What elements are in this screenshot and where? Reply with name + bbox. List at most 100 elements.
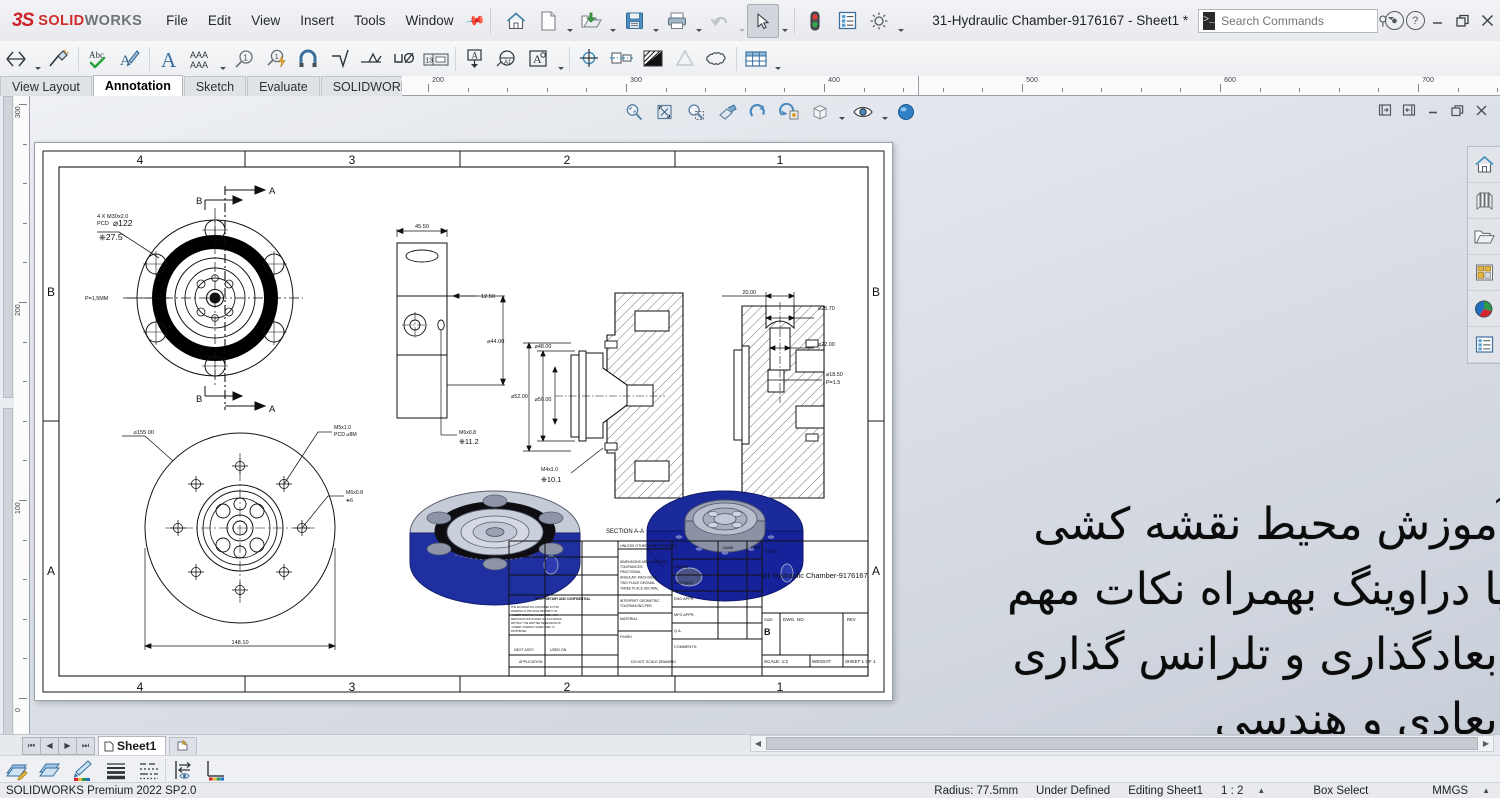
pushpin-icon[interactable]: 📌 [461, 8, 488, 34]
tab-view-layout[interactable]: View Layout [0, 76, 92, 97]
menu-edit[interactable]: Edit [198, 9, 241, 32]
previous-sheet-button[interactable]: ◀ [40, 736, 59, 755]
tile-left-button[interactable] [1374, 100, 1396, 120]
print-caret[interactable] [693, 0, 704, 42]
revision-symbol-tool[interactable] [669, 43, 701, 75]
new-document-caret[interactable] [564, 0, 575, 42]
linear-note-pattern-caret[interactable] [217, 38, 228, 80]
document-restore-button[interactable] [1446, 100, 1468, 120]
status-units-caret[interactable]: ▲ [1482, 786, 1490, 795]
status-scale-caret[interactable]: ▲ [1257, 786, 1265, 795]
apply-scene-button[interactable] [892, 99, 921, 125]
blocks-caret[interactable] [555, 38, 566, 80]
undo-button[interactable] [704, 4, 736, 38]
format-painter-tool[interactable]: A [114, 43, 146, 75]
new-document-button[interactable] [532, 4, 564, 38]
options-caret[interactable] [895, 0, 906, 42]
task-pane-custom-properties[interactable] [1468, 327, 1500, 363]
zoom-to-fit-button[interactable] [620, 99, 649, 125]
save-caret[interactable] [650, 0, 661, 42]
drawing-sheet[interactable]: 4321 4321 BA BA A A B B 4 X M30x2.0 PCD … [34, 142, 893, 701]
hole-callout-tool[interactable] [388, 43, 420, 75]
print-button[interactable] [661, 4, 693, 38]
last-sheet-button[interactable]: ⏭ [76, 736, 95, 755]
task-pane-view-palette[interactable] [1468, 255, 1500, 291]
help-button[interactable]: ? [1405, 5, 1426, 37]
options-button[interactable] [863, 4, 895, 38]
task-pane-design-library[interactable] [1468, 183, 1500, 219]
scroll-thumb[interactable] [766, 737, 1478, 750]
graphics-area[interactable]: 4321 4321 BA BA A A B B 4 X M30x2.0 PCD … [30, 96, 1500, 734]
task-pane-file-explorer[interactable] [1468, 219, 1500, 255]
select-button[interactable] [747, 3, 780, 38]
note-tool[interactable]: A [153, 43, 185, 75]
rotate-view-button[interactable] [744, 99, 773, 125]
tile-right-button[interactable] [1398, 100, 1420, 120]
spell-checker-tool[interactable]: Abc [82, 43, 114, 75]
previous-view-button[interactable] [775, 99, 804, 125]
task-pane-appearances[interactable] [1468, 291, 1500, 327]
save-button[interactable] [618, 4, 650, 38]
color-display-mode-button[interactable] [199, 756, 232, 784]
open-document-caret[interactable] [607, 0, 618, 42]
first-sheet-button[interactable]: ⏮ [22, 736, 41, 755]
window-minimize-button[interactable] [1425, 1, 1450, 41]
hide-show-items-button[interactable] [849, 99, 878, 125]
status-units[interactable]: MMGS [1432, 785, 1468, 797]
horizontal-ruler[interactable]: 200 300 400 500 600 700 [402, 76, 1500, 96]
menu-tools[interactable]: Tools [344, 9, 396, 32]
smart-dimension-tool[interactable] [0, 43, 32, 75]
surface-finish-tool[interactable] [324, 43, 356, 75]
linear-note-pattern-tool[interactable]: AAA AAA [185, 43, 217, 75]
datum-feature-tool[interactable]: A [459, 43, 491, 75]
area-hatch-fill-tool[interactable] [637, 43, 669, 75]
horizontal-scrollbar[interactable]: ◀ ▶ [750, 735, 1494, 752]
document-minimize-button[interactable] [1422, 100, 1444, 120]
search-input[interactable] [1219, 12, 1379, 29]
pan-button[interactable] [713, 99, 742, 125]
menu-window[interactable]: Window [396, 9, 464, 32]
line-thickness-button[interactable] [99, 756, 132, 784]
vertical-ruler[interactable]: 300 200 100 0 [14, 96, 30, 734]
datum-target-tool[interactable]: A1 [491, 43, 523, 75]
hide-edge-button[interactable] [166, 756, 199, 784]
task-pane-resources[interactable] [1468, 147, 1500, 183]
select-caret[interactable] [779, 0, 790, 42]
edit-sheet-format-button[interactable] [0, 756, 33, 784]
zoom-in-out-button[interactable] [682, 99, 711, 125]
blocks-tool[interactable]: A [523, 43, 555, 75]
undo-caret[interactable] [736, 0, 747, 42]
center-mark-tool[interactable] [573, 43, 605, 75]
add-sheet-button[interactable] [33, 756, 66, 784]
line-style-button[interactable] [132, 756, 165, 784]
display-style-caret[interactable] [837, 96, 847, 127]
tab-sketch[interactable]: Sketch [183, 76, 247, 97]
tables-caret[interactable] [772, 38, 783, 80]
auto-balloon-tool[interactable]: 1 [260, 43, 292, 75]
open-document-button[interactable] [575, 4, 607, 38]
scroll-right-arrow[interactable]: ▶ [1479, 737, 1493, 750]
menu-insert[interactable]: Insert [290, 9, 344, 32]
window-close-button[interactable] [1475, 1, 1500, 41]
zoom-to-area-button[interactable] [651, 99, 680, 125]
revision-cloud-tool[interactable] [701, 43, 733, 75]
tables-tool[interactable] [740, 43, 772, 75]
search-commands-box[interactable]: >_ ⚲ [1198, 8, 1394, 33]
centerline-tool[interactable] [605, 43, 637, 75]
geometric-tolerance-tool[interactable]: 13 [420, 43, 452, 75]
window-restore-button[interactable] [1450, 1, 1475, 41]
menu-view[interactable]: View [241, 9, 290, 32]
add-sheet-tab-button[interactable] [169, 736, 198, 755]
line-color-button[interactable] [66, 756, 99, 784]
next-sheet-button[interactable]: ▶ [58, 736, 77, 755]
tab-evaluate[interactable]: Evaluate [247, 76, 320, 97]
account-button[interactable]: ● [1384, 5, 1405, 37]
tab-annotation[interactable]: Annotation [92, 75, 183, 97]
document-close-button[interactable] [1470, 100, 1492, 120]
status-scale[interactable]: 1 : 2 [1221, 785, 1243, 797]
balloon-tool[interactable]: 1 [228, 43, 260, 75]
smart-dimension-caret[interactable] [32, 38, 43, 80]
file-properties-button[interactable] [831, 4, 863, 38]
model-items-tool[interactable] [43, 43, 75, 75]
weld-symbol-tool[interactable] [356, 43, 388, 75]
